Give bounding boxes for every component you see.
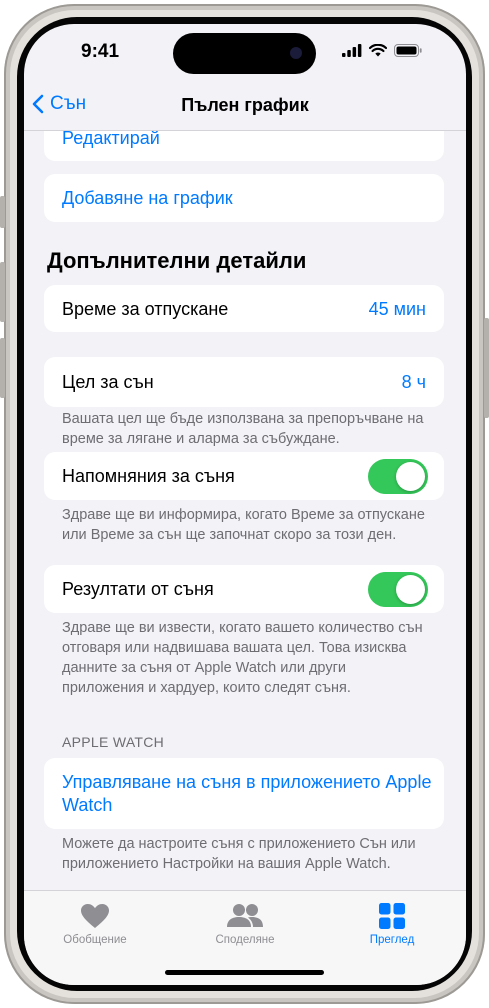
sleep-goal-value[interactable]: 8 ч — [402, 372, 426, 393]
dynamic-island — [173, 33, 316, 74]
toggle-knob — [396, 462, 425, 491]
grid-icon — [379, 903, 405, 929]
sleep-goal-note: Вашата цел ще бъде използвана за препоръ… — [62, 411, 424, 447]
status-bar: 9:41 — [24, 24, 466, 84]
wind-down-row[interactable]: Време за отпускане 45 мин — [44, 285, 444, 332]
status-time: 9:41 — [81, 41, 120, 62]
sleep-results-label: Резултати от съня — [62, 579, 214, 599]
heart-icon — [81, 903, 109, 928]
apple-watch-note: Можете да настроите съня с приложението … — [62, 836, 416, 872]
tab-sharing[interactable]: Споделяне — [185, 901, 305, 946]
tab-summary[interactable]: Обобщение — [35, 901, 155, 946]
navigation-bar: Сън Пълен график — [24, 84, 466, 131]
battery-icon — [394, 44, 422, 57]
toggle-knob — [396, 575, 425, 604]
add-schedule-link[interactable]: Добавяне на график — [62, 188, 233, 209]
sleep-results-toggle[interactable] — [368, 572, 428, 607]
scroll-content[interactable]: Редактирай Добавяне на график Допълнител… — [24, 24, 466, 985]
tab-browse-label: Преглед — [369, 934, 415, 946]
sleep-reminders-note: Здраве ще ви информира, когато Време за … — [62, 507, 425, 543]
volume-down-button — [0, 338, 5, 398]
action-button — [0, 196, 5, 228]
tab-browse[interactable]: Преглед — [332, 901, 452, 946]
apple-watch-header: APPLE WATCH — [62, 734, 165, 750]
side-button — [484, 318, 489, 418]
signal-icon — [342, 44, 362, 57]
sleep-results-row: Резултати от съня — [44, 565, 444, 613]
people-icon — [227, 904, 263, 927]
tab-summary-label: Обобщение — [63, 934, 127, 946]
page-title: Пълен график — [181, 95, 309, 115]
sleep-reminders-row: Напомняния за съня — [44, 452, 444, 500]
wind-down-value[interactable]: 45 мин — [369, 299, 426, 320]
edit-link[interactable]: Редактирай — [62, 128, 160, 149]
camera-icon — [290, 47, 302, 59]
home-indicator — [165, 970, 324, 975]
add-schedule-row[interactable]: Добавяне на график — [44, 174, 444, 222]
volume-up-button — [0, 262, 5, 322]
sleep-reminders-label: Напомняния за съня — [62, 466, 235, 486]
wifi-icon — [369, 44, 387, 57]
wind-down-label: Време за отпускане — [62, 299, 229, 319]
status-icons — [342, 44, 422, 57]
tab-sharing-label: Споделяне — [215, 934, 275, 946]
sleep-reminders-toggle[interactable] — [368, 459, 428, 494]
screen: Редактирай Добавяне на график Допълнител… — [24, 24, 466, 985]
sleep-goal-label: Цел за сън — [62, 372, 154, 392]
section-title-additional-details: Допълнителни детайли — [47, 248, 307, 273]
manage-sleep-link[interactable]: Управляване на съня в приложението Apple… — [62, 771, 432, 817]
manage-sleep-row[interactable]: Управляване на съня в приложението Apple… — [44, 758, 444, 829]
sleep-goal-row[interactable]: Цел за сън 8 ч — [44, 357, 444, 407]
sleep-results-note: Здраве ще ви извести, когато вашето коли… — [62, 620, 423, 696]
